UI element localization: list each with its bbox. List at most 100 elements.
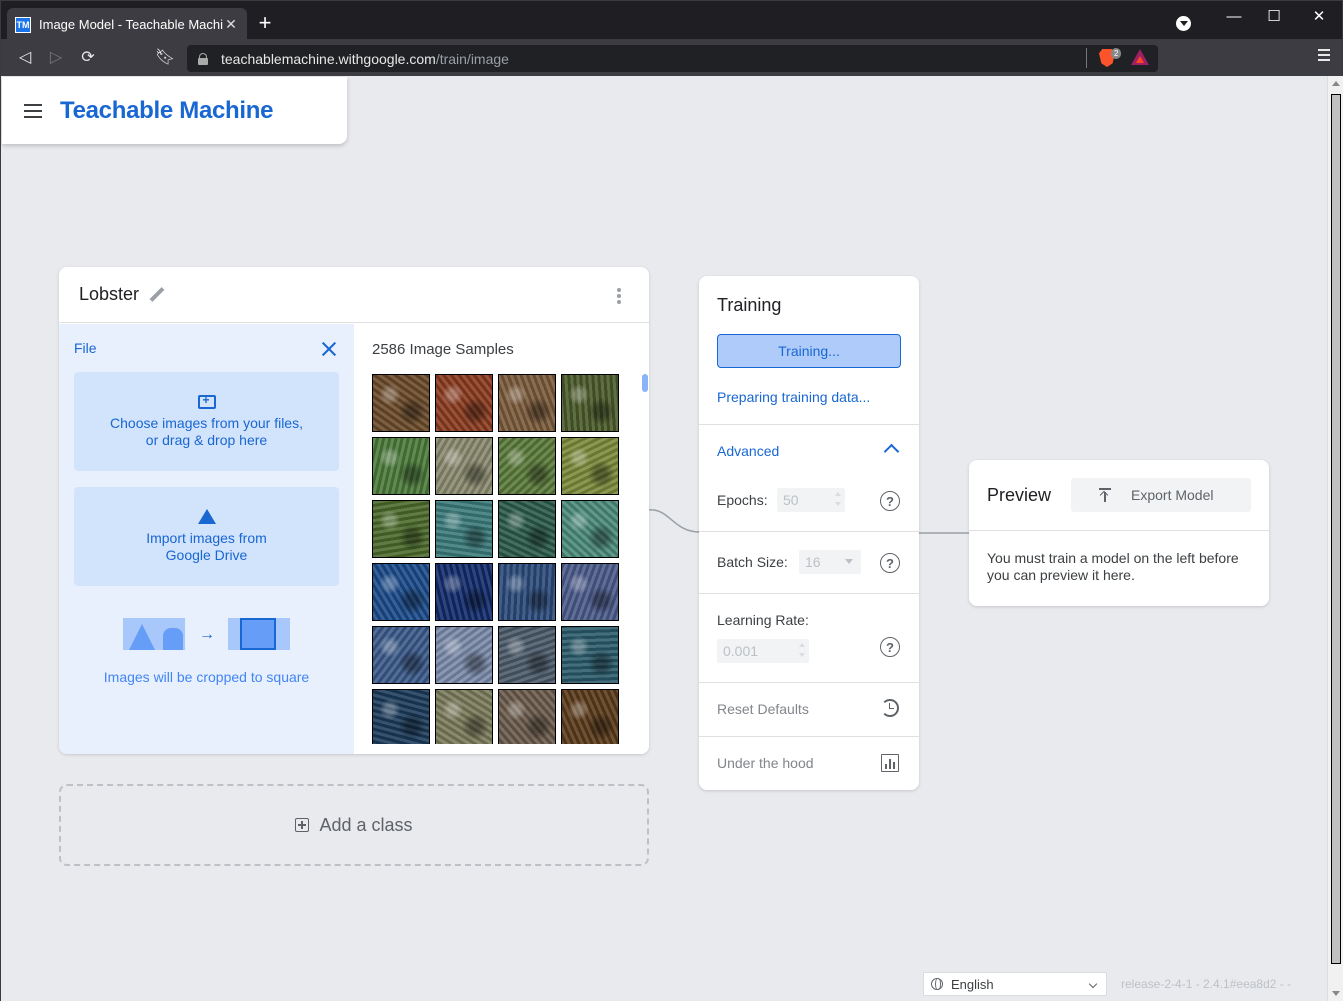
samples-pane: 2586 Image Samples: [354, 324, 649, 754]
globe-icon: [931, 978, 943, 990]
sample-thumbnail[interactable]: [561, 374, 619, 432]
samples-scrollbar[interactable]: [642, 374, 648, 392]
sample-thumbnail[interactable]: [498, 374, 556, 432]
batch-size-label: Batch Size:: [717, 554, 788, 570]
sample-thumbnail[interactable]: [435, 374, 493, 432]
language-select[interactable]: English: [923, 972, 1107, 996]
google-drive-icon: [197, 509, 216, 524]
divider: [699, 593, 919, 594]
sample-thumbnail[interactable]: [372, 437, 430, 495]
reload-icon[interactable]: ⟳: [76, 46, 100, 70]
sample-thumbnail[interactable]: [498, 563, 556, 621]
new-tab-button[interactable]: +: [253, 11, 277, 35]
arrow-right-icon: →: [199, 626, 215, 643]
sample-thumbnail[interactable]: [498, 437, 556, 495]
sample-thumbnail[interactable]: [372, 374, 430, 432]
folder-add-icon: [197, 392, 216, 409]
epochs-input[interactable]: 50: [777, 488, 845, 512]
training-card: Training Training... Preparing training …: [699, 276, 919, 790]
hamburger-menu-icon[interactable]: [24, 103, 42, 118]
preview-card: Preview Export Model You must train a mo…: [969, 460, 1269, 606]
close-upload-icon[interactable]: [321, 341, 337, 357]
batch-size-help-icon[interactable]: ?: [880, 553, 900, 573]
tab-close-icon[interactable]: ✕: [223, 16, 239, 33]
teachable-machine-favicon-icon: TM: [15, 16, 31, 33]
preview-message: You must train a model on the left befor…: [987, 550, 1239, 583]
sample-thumbnail[interactable]: [561, 626, 619, 684]
url-input[interactable]: teachablemachine.withgoogle.com/train/im…: [187, 45, 1158, 72]
browser-tab[interactable]: TM Image Model - Teachable Machine ✕: [7, 8, 247, 41]
add-class-button[interactable]: Add a class: [59, 784, 649, 866]
sample-thumbnail[interactable]: [372, 689, 430, 744]
scroll-down-icon[interactable]: [1332, 991, 1340, 996]
divider: [969, 530, 1269, 531]
choose-files-line1: Choose images from your files,: [110, 414, 303, 431]
url-host: teachablemachine.withgoogle.com: [221, 50, 436, 67]
google-drive-button[interactable]: Import images from Google Drive: [74, 487, 339, 586]
sample-thumbnail[interactable]: [435, 437, 493, 495]
bar-chart-icon[interactable]: [881, 754, 899, 772]
batch-size-select[interactable]: 16: [799, 550, 861, 574]
sample-thumbnail[interactable]: [561, 437, 619, 495]
sample-thumbnail[interactable]: [372, 626, 430, 684]
train-model-button[interactable]: Training...: [717, 334, 901, 368]
page-viewport: Teachable Machine Lobster File Choose im…: [0, 76, 1327, 1001]
sample-thumbnail[interactable]: [435, 626, 493, 684]
sample-thumbnail[interactable]: [372, 563, 430, 621]
preview-title: Preview: [987, 485, 1052, 505]
lock-icon: [197, 52, 209, 65]
epochs-stepper-icon[interactable]: [835, 492, 841, 506]
download-icon[interactable]: [1176, 16, 1191, 31]
add-box-icon: [295, 818, 310, 832]
class-name[interactable]: Lobster: [79, 284, 139, 305]
under-the-hood-button[interactable]: Under the hood: [717, 755, 814, 771]
training-status: Preparing training data...: [717, 389, 871, 405]
divider: [699, 736, 919, 737]
epochs-label: Epochs:: [717, 492, 768, 508]
scroll-up-icon[interactable]: [1332, 81, 1340, 86]
sample-thumbnail[interactable]: [561, 500, 619, 558]
sample-thumbnail[interactable]: [435, 500, 493, 558]
learning-rate-help-icon[interactable]: ?: [880, 637, 900, 657]
sample-thumbnail[interactable]: [435, 563, 493, 621]
page-scrollbar[interactable]: [1327, 76, 1343, 1001]
scrollbar-thumb[interactable]: [1331, 94, 1341, 964]
release-version: release-2-4-1 - 2.4.1#eea8d2 - -: [1121, 977, 1292, 991]
divider: [699, 424, 919, 425]
url-path: /train/image: [435, 50, 509, 67]
forward-icon[interactable]: ▷: [44, 46, 68, 70]
learning-rate-input[interactable]: 0.001: [717, 639, 809, 663]
sample-thumbnail[interactable]: [498, 626, 556, 684]
learning-rate-stepper-icon[interactable]: [799, 643, 805, 657]
learning-rate-label: Learning Rate:: [717, 612, 809, 628]
export-model-button[interactable]: Export Model: [1071, 478, 1251, 512]
advanced-toggle[interactable]: Advanced: [717, 443, 779, 459]
sample-thumbnail[interactable]: [498, 500, 556, 558]
crop-illustration: →: [123, 614, 291, 654]
edit-pencil-icon[interactable]: [149, 287, 165, 303]
export-model-label: Export Model: [1131, 487, 1214, 503]
upload-pane: File Choose images from your files, or d…: [59, 324, 354, 754]
app-logo[interactable]: Teachable Machine: [60, 97, 274, 125]
window-close-icon[interactable]: ✕: [1299, 5, 1339, 29]
back-icon[interactable]: ◁: [13, 46, 37, 70]
minimize-icon[interactable]: —: [1214, 5, 1254, 29]
reset-defaults-button[interactable]: Reset Defaults: [717, 701, 809, 717]
maximize-icon[interactable]: ☐: [1254, 5, 1294, 29]
chevron-up-icon[interactable]: [883, 443, 900, 460]
class-options-icon[interactable]: [617, 288, 621, 304]
sample-thumbnail[interactable]: [372, 500, 430, 558]
browser-tab-strip: TM Image Model - Teachable Machine ✕ + —…: [0, 0, 1343, 41]
sample-thumbnail[interactable]: [561, 689, 619, 744]
choose-files-button[interactable]: Choose images from your files, or drag &…: [74, 372, 339, 471]
history-icon[interactable]: [881, 699, 899, 717]
brave-rewards-icon[interactable]: [1131, 49, 1149, 65]
sample-thumbnail[interactable]: [561, 563, 619, 621]
bookmark-icon[interactable]: 🔖︎: [153, 46, 177, 70]
sample-thumbnail[interactable]: [435, 689, 493, 744]
epochs-help-icon[interactable]: ?: [880, 491, 900, 511]
class-card: Lobster File Choose images from your fil…: [59, 267, 649, 754]
sample-thumbnail[interactable]: [498, 689, 556, 744]
browser-menu-icon[interactable]: [1318, 49, 1330, 61]
choose-files-line2: or drag & drop here: [145, 431, 268, 448]
